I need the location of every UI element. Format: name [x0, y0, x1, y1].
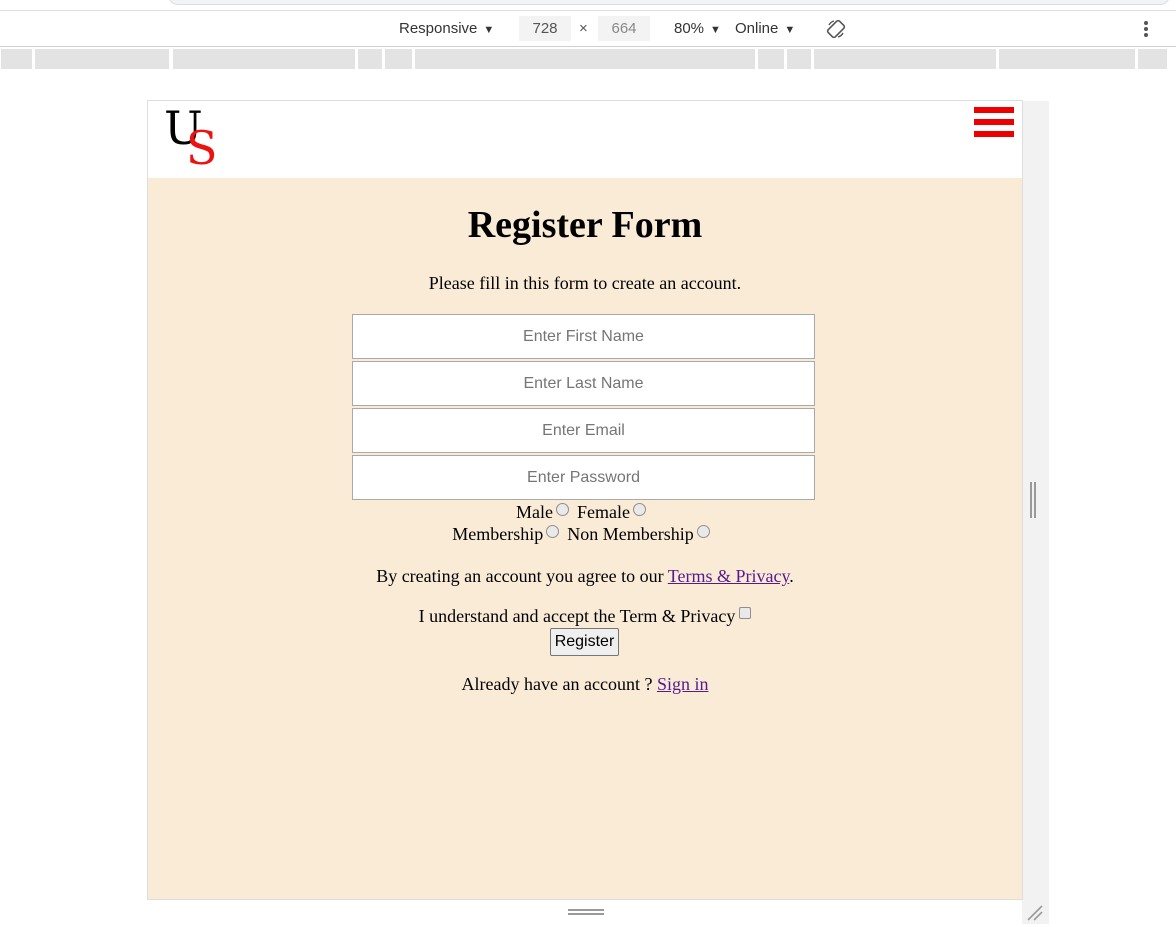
- throttling-label: Online: [735, 20, 779, 37]
- membership-radio[interactable]: [546, 525, 560, 538]
- terms-privacy-link[interactable]: Terms & Privacy: [668, 566, 790, 586]
- times-sign: ×: [579, 20, 588, 37]
- media-query-segment[interactable]: [35, 49, 169, 69]
- accept-terms-label: I understand and accept the Term & Priva…: [418, 606, 736, 626]
- media-query-segment[interactable]: [1, 49, 32, 69]
- caret-down-icon: ▼: [483, 24, 495, 36]
- caret-down-icon: ▼: [710, 24, 721, 36]
- logo-letter-s: S: [186, 121, 218, 175]
- media-query-segment[interactable]: [1138, 49, 1167, 69]
- zoom-dropdown[interactable]: 80% ▼: [674, 11, 721, 46]
- signin-link[interactable]: Sign in: [657, 674, 709, 694]
- accept-terms-row: I understand and accept the Term & Priva…: [148, 606, 1022, 627]
- signin-prompt: Already have an account ? Sign in: [148, 674, 1022, 695]
- media-query-segment[interactable]: [814, 49, 996, 69]
- terms-notice: By creating an account you agree to our …: [148, 566, 1022, 587]
- caret-down-icon: ▼: [784, 24, 796, 36]
- address-bar-edge: [168, 0, 1170, 5]
- register-button[interactable]: Register: [550, 628, 619, 656]
- resize-handle-right[interactable]: [1030, 482, 1038, 518]
- device-toolbar: Responsive ▼ 728 × 664 80% ▼ Online ▼: [0, 11, 1176, 47]
- site-logo[interactable]: U S: [164, 105, 224, 173]
- height-input[interactable]: 664: [598, 16, 650, 41]
- terms-text: By creating an account you agree to our: [376, 566, 668, 586]
- browser-top-strip: [0, 0, 1176, 11]
- media-query-segment[interactable]: [415, 49, 755, 69]
- media-query-segment[interactable]: [358, 49, 382, 69]
- media-query-segment[interactable]: [999, 49, 1135, 69]
- more-vert-icon[interactable]: [1140, 19, 1152, 39]
- form-title: Register Form: [467, 204, 703, 246]
- female-radio[interactable]: [632, 503, 646, 516]
- media-query-segment[interactable]: [758, 49, 784, 69]
- signin-text: Already have an account ?: [461, 674, 657, 694]
- gender-row: Male Female: [148, 502, 1022, 523]
- media-query-segment[interactable]: [787, 49, 811, 69]
- form-subtitle: Please fill in this form to create an ac…: [428, 273, 742, 293]
- password-input[interactable]: [352, 455, 815, 500]
- media-query-bar: [0, 48, 1176, 70]
- accept-terms-checkbox[interactable]: [739, 607, 752, 619]
- media-query-segment[interactable]: [173, 49, 355, 69]
- non-membership-radio[interactable]: [696, 525, 710, 538]
- device-mode-label: Responsive: [399, 20, 478, 37]
- resize-corner-icon[interactable]: [1026, 904, 1044, 922]
- resize-handle-bottom[interactable]: [568, 909, 604, 917]
- last-name-input[interactable]: [352, 361, 815, 406]
- media-query-segment[interactable]: [385, 49, 412, 69]
- site-header: U S: [148, 101, 1022, 178]
- emulated-viewport: U S Register Form Please fill in this fo…: [147, 100, 1023, 900]
- hamburger-menu-icon[interactable]: [974, 107, 1014, 143]
- device-mode-dropdown[interactable]: Responsive ▼: [399, 11, 494, 46]
- email-input[interactable]: [352, 408, 815, 453]
- membership-label: Membership: [452, 524, 544, 544]
- zoom-label: 80%: [674, 20, 705, 37]
- rotate-icon[interactable]: [826, 19, 846, 39]
- membership-row: Membership Non Membership: [148, 524, 1022, 545]
- male-label: Male: [516, 502, 553, 522]
- first-name-input[interactable]: [352, 314, 815, 359]
- terms-period: .: [789, 566, 794, 586]
- throttling-dropdown[interactable]: Online ▼: [735, 11, 795, 46]
- female-label: Female: [577, 502, 630, 522]
- non-membership-label: Non Membership: [567, 524, 694, 544]
- male-radio[interactable]: [556, 503, 569, 516]
- width-input[interactable]: 728: [519, 16, 571, 41]
